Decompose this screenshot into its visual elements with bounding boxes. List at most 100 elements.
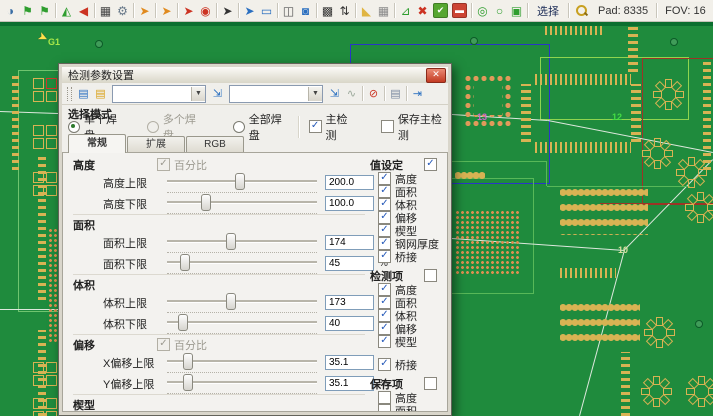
checkbox-icon[interactable]: ✓ <box>378 198 391 211</box>
slider-Y偏移上限[interactable] <box>167 373 319 394</box>
exit-icon[interactable]: ⇥ <box>409 86 426 102</box>
checkbox-icon[interactable]: ✓ <box>378 358 391 371</box>
square-dot-icon[interactable]: ▣ <box>508 2 525 19</box>
partial-icon[interactable]: ◑ <box>2 2 19 19</box>
tools-icon[interactable]: ⚙ <box>114 2 131 19</box>
apply-profile-icon-1[interactable]: ⇲ <box>209 86 226 102</box>
minus-icon[interactable]: ▬ <box>452 3 467 18</box>
slider-thumb[interactable] <box>183 353 193 370</box>
pad-count-label: Pad: 8335 <box>592 5 654 17</box>
master-checkbox[interactable] <box>424 269 437 282</box>
target-icon[interactable]: ◎ <box>474 2 491 19</box>
pin-dark-icon[interactable]: ➤ <box>219 2 236 19</box>
slider-高度上限[interactable] <box>167 172 319 193</box>
checkbox-icon[interactable] <box>381 120 394 133</box>
slider-thumb[interactable] <box>180 254 190 271</box>
checkbox-icon[interactable]: ✓ <box>378 283 391 296</box>
delete-icon[interactable]: ✖ <box>414 2 431 19</box>
check-icon[interactable]: ✔ <box>433 3 448 18</box>
check-item-面积[interactable]: 面积 <box>378 404 447 412</box>
magnifier-icon[interactable] <box>575 4 588 17</box>
slider-track[interactable] <box>167 321 317 324</box>
slider-track[interactable] <box>167 300 317 303</box>
tiles-icon[interactable]: ▩ <box>319 2 336 19</box>
slider-track[interactable] <box>167 360 317 363</box>
camera-grid-icon[interactable]: ▦ <box>97 2 114 19</box>
tab-RGB[interactable]: RGB <box>186 136 244 153</box>
slider-track[interactable] <box>167 201 317 204</box>
tab-扩展[interactable]: 扩展 <box>127 136 185 153</box>
grid-icon[interactable]: ▦ <box>375 2 392 19</box>
horn-icon[interactable]: ◀ <box>75 2 92 19</box>
master-checkbox[interactable] <box>424 377 437 390</box>
checkbox-icon[interactable]: ✓ <box>378 224 391 237</box>
slider-track[interactable] <box>167 381 317 384</box>
checkbox-icon[interactable]: ✓ <box>378 296 391 309</box>
close-icon[interactable]: ✕ <box>426 68 446 83</box>
radio-icon[interactable] <box>68 121 80 133</box>
master-checkbox[interactable]: ✓ <box>424 158 437 171</box>
block-icon[interactable]: ⊘ <box>365 86 382 102</box>
select-rect-icon[interactable]: ▭ <box>258 2 275 19</box>
slider-体积上限[interactable] <box>167 292 319 313</box>
triangle-flag-icon[interactable]: ◭ <box>58 2 75 19</box>
slider-thumb[interactable] <box>201 194 211 211</box>
chevron-down-icon[interactable]: ▼ <box>191 87 205 101</box>
slider-面积上限[interactable] <box>167 232 319 253</box>
profile-combo-2[interactable]: ▼ <box>229 85 323 103</box>
tab-常规[interactable]: 常规 <box>68 134 126 153</box>
sort-az-icon[interactable]: ⇅ <box>336 2 353 19</box>
checkbox-icon[interactable]: ✓ <box>378 237 391 250</box>
slider-track[interactable] <box>167 240 317 243</box>
checkbox-icon[interactable]: ✓ <box>378 172 391 185</box>
slider-面积下限[interactable] <box>167 253 319 274</box>
slider-体积下限[interactable] <box>167 313 319 334</box>
slider-thumb[interactable] <box>183 374 193 391</box>
save-profile-icon[interactable]: ▤ <box>92 86 109 102</box>
slider-thumb[interactable] <box>226 293 236 310</box>
checkbox-icon[interactable]: ✓ <box>378 322 391 335</box>
check-item-桥接[interactable]: ✓桥接 <box>378 250 447 263</box>
chevron-down-icon[interactable]: ▼ <box>308 87 322 101</box>
select-button[interactable]: 选择 <box>530 3 566 19</box>
check-item-楔型[interactable]: ✓楔型 <box>378 335 447 348</box>
checkbox-icon[interactable]: ✓ <box>378 211 391 224</box>
radio-icon[interactable] <box>147 121 159 133</box>
slider-thumb[interactable] <box>178 314 188 331</box>
dart-orange-icon-2[interactable]: ➤ <box>158 2 175 19</box>
camera-icon[interactable]: ◙ <box>297 2 314 19</box>
check-item-桥接[interactable]: ✓桥接 <box>378 358 447 371</box>
flag-green-icon-1[interactable]: ⚑ <box>19 2 36 19</box>
apply-profile-icon-2[interactable]: ⇲ <box>326 86 343 102</box>
chart-icon[interactable]: ⊿ <box>397 2 414 19</box>
checkbox-icon[interactable]: ✓ <box>309 120 322 133</box>
pin-red-icon[interactable]: ◉ <box>197 2 214 19</box>
stats-icon[interactable]: ∿ <box>343 86 360 102</box>
slider-高度下限[interactable] <box>167 193 319 214</box>
flag-green-icon-2[interactable]: ⚑ <box>36 2 53 19</box>
radio-icon[interactable] <box>233 121 245 133</box>
slider-X偏移上限[interactable] <box>167 352 319 373</box>
checkbox-icon[interactable]: ✓ <box>378 185 391 198</box>
checkbox-icon[interactable]: ✓ <box>378 335 391 348</box>
checkbox-icon[interactable]: ✓ <box>378 309 391 322</box>
slider-track[interactable] <box>167 180 317 183</box>
pcb-quad-pad <box>46 172 57 183</box>
ruler-icon[interactable]: ◣ <box>358 2 375 19</box>
checkbox-icon[interactable] <box>378 391 391 404</box>
grid-circle-icon[interactable]: ◫ <box>280 2 297 19</box>
slider-thumb[interactable] <box>226 233 236 250</box>
dart-blue-icon[interactable]: ➤ <box>241 2 258 19</box>
checkbox-icon[interactable]: ✓ <box>378 250 391 263</box>
save-icon[interactable]: ▤ <box>387 86 404 102</box>
pcb-text-label: 13 <box>477 113 487 122</box>
checkbox-icon[interactable] <box>378 404 391 412</box>
slider-thumb[interactable] <box>235 173 245 190</box>
profile-combo-1[interactable]: ▼ <box>112 85 206 103</box>
load-profile-icon[interactable]: ▤ <box>75 86 92 102</box>
dart-orange-icon-1[interactable]: ➤ <box>136 2 153 19</box>
dialog-titlebar[interactable]: 检测参数设置 ✕ <box>62 67 448 83</box>
dart-red-icon[interactable]: ➤ <box>180 2 197 19</box>
circle-icon[interactable]: ○ <box>491 2 508 19</box>
slider-track[interactable] <box>167 261 317 264</box>
